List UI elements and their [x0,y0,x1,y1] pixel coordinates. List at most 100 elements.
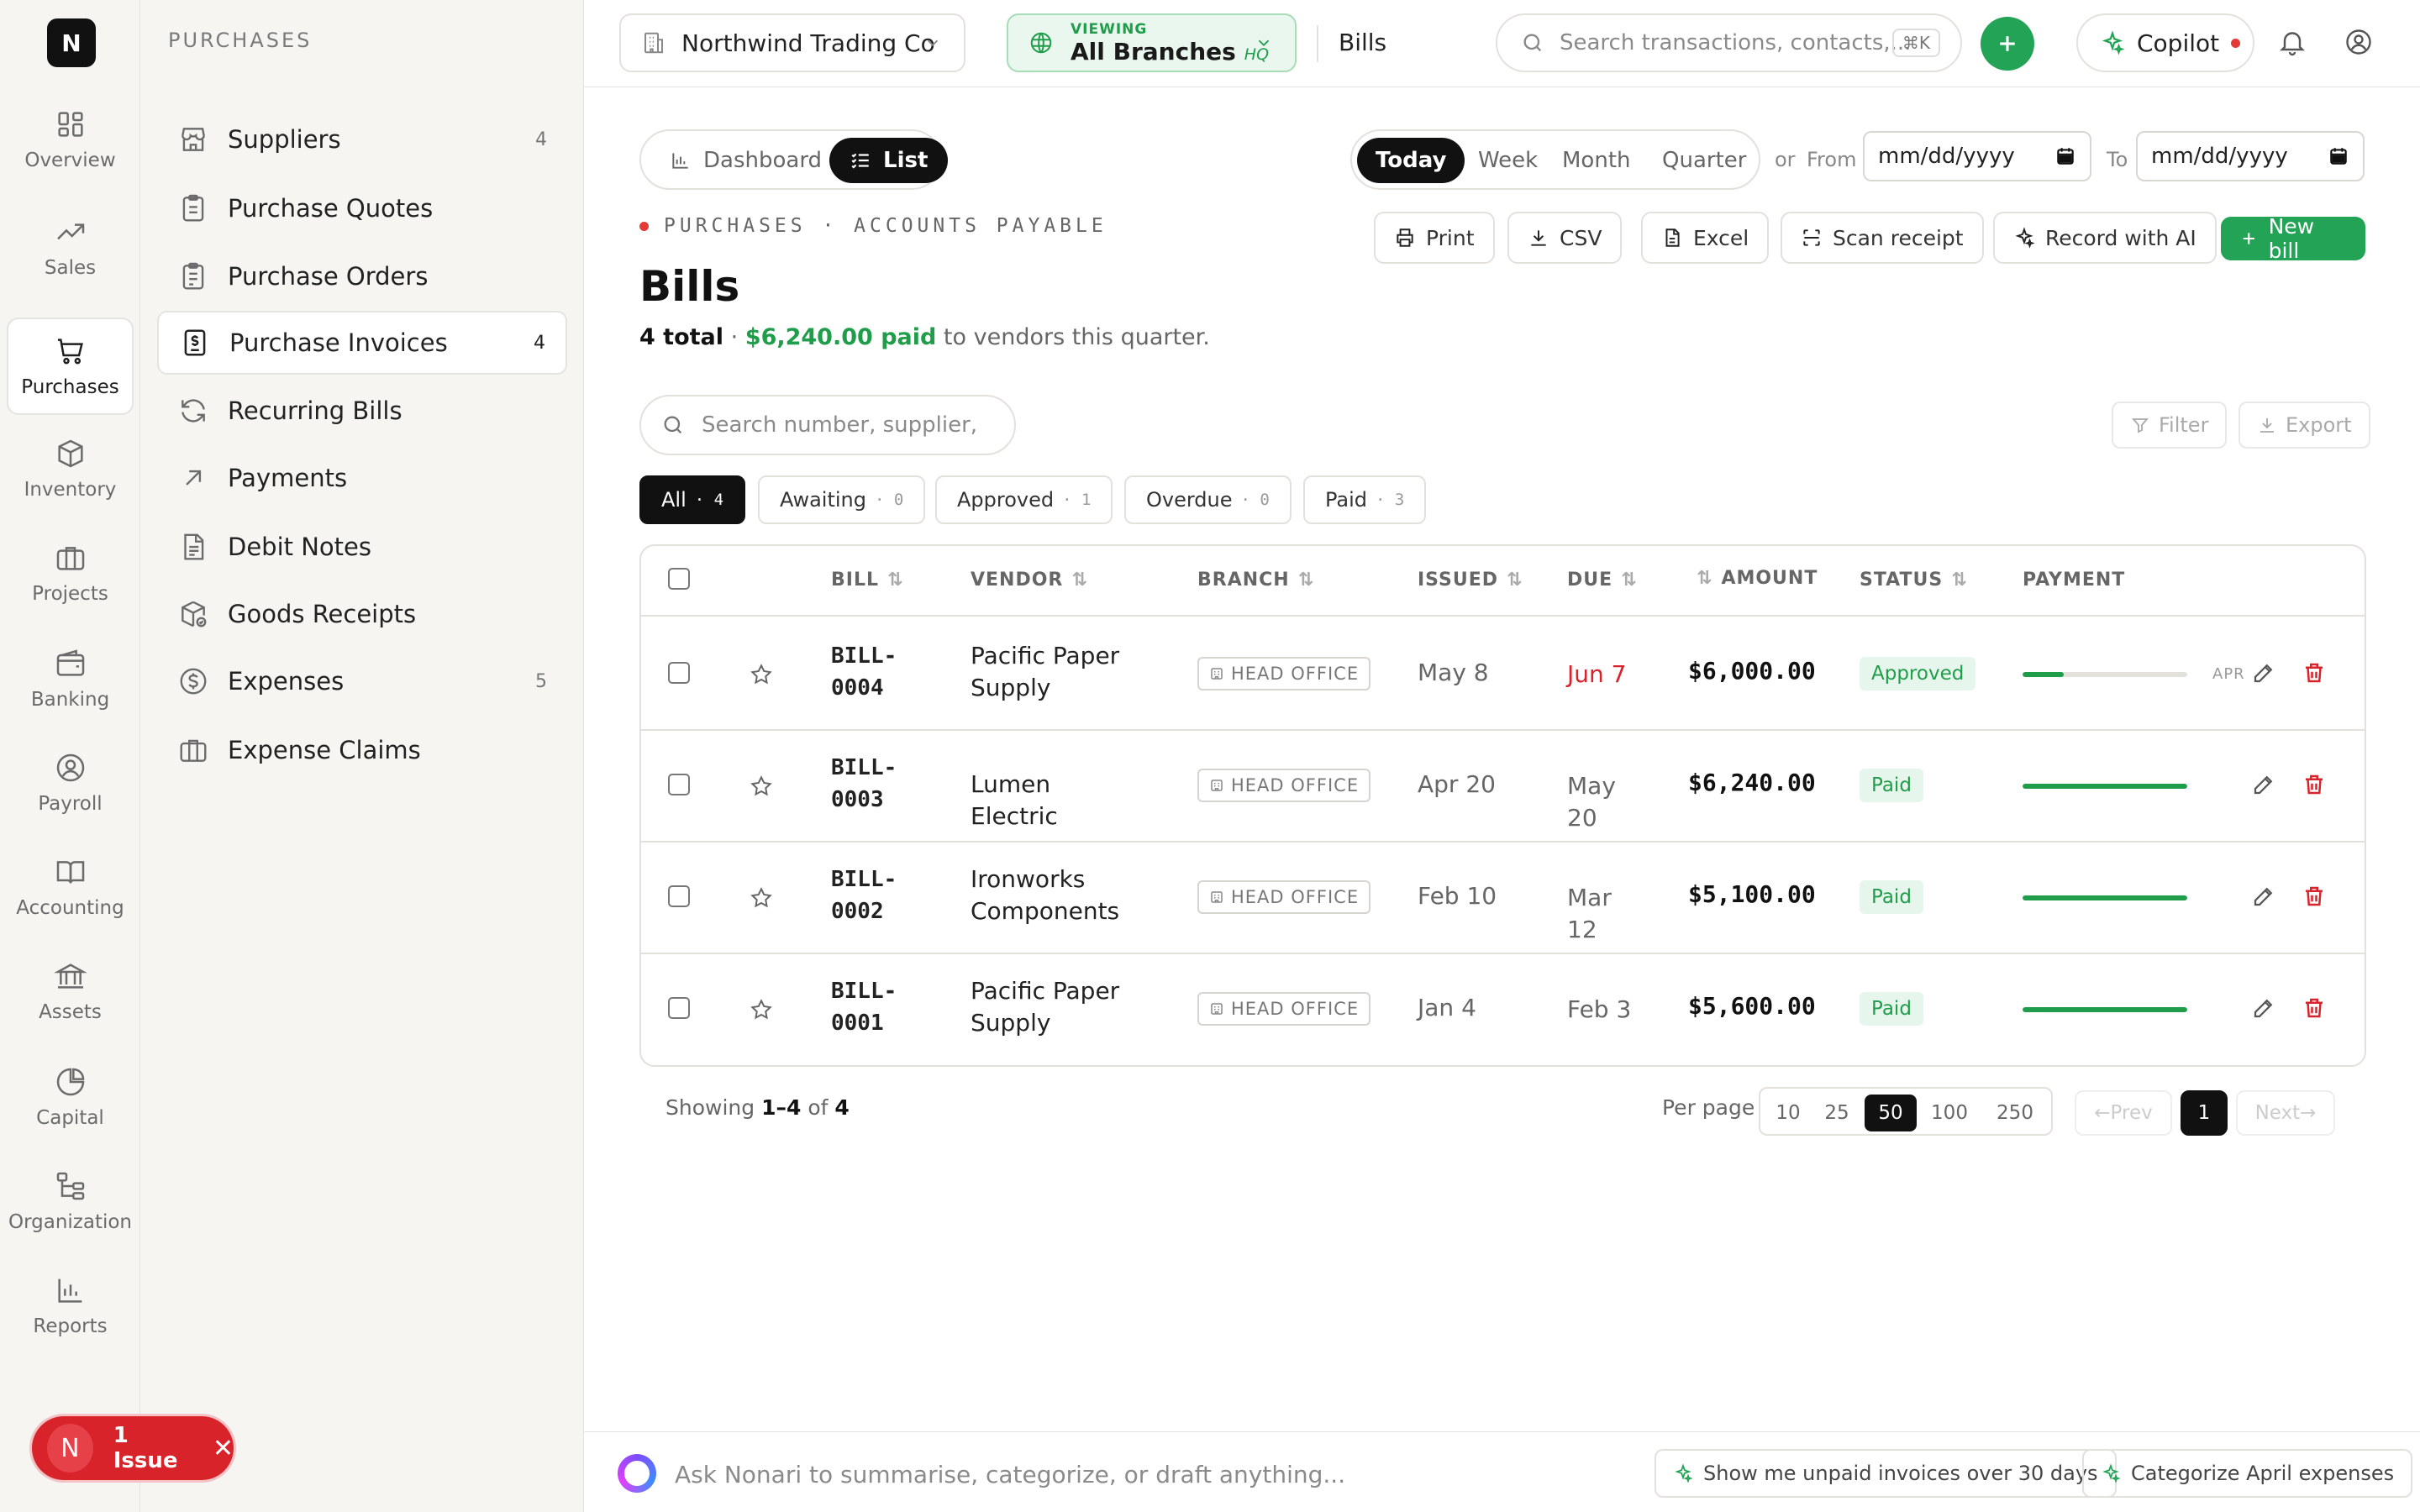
bill-number[interactable]: BILL- 0001 [831,975,897,1039]
star-icon[interactable] [749,885,774,911]
star-icon[interactable] [749,662,774,687]
row-checkbox[interactable] [668,997,690,1019]
table-row[interactable]: BILL- 0002 Ironworks Components HEAD OFFI… [641,842,2365,954]
sort-icon[interactable]: ⇅ [1951,570,1967,591]
print-button[interactable]: Print [1374,212,1495,264]
row-checkbox[interactable] [668,662,690,684]
filter-chip-paid[interactable]: Paid · 3 [1303,475,1427,524]
period-week[interactable]: Week [1460,138,1556,183]
subnav-item-payments[interactable]: Payments [157,446,567,510]
sort-icon[interactable]: ⇅ [887,570,903,591]
filter-chip-approved[interactable]: Approved · 1 [935,475,1113,524]
page-button[interactable]: 1 [2181,1090,2228,1136]
table-search-input[interactable]: Search number, supplier, [639,395,1016,455]
tab-dashboard[interactable]: Dashboard [646,138,845,183]
delete-icon[interactable] [2302,884,2327,909]
issues-pill[interactable]: N 1 Issue ✕ [32,1416,234,1480]
sort-icon[interactable]: ⇅ [1697,568,1712,589]
select-all-checkbox[interactable] [668,568,690,590]
table-row[interactable]: BILL- 0003 Lumen Electric HEAD OFFICE Apr… [641,730,2365,843]
per-page-option[interactable]: 250 [1984,1095,2046,1131]
rail-item-overview[interactable]: Overview [7,91,134,188]
subnav-item-debit-notes[interactable]: Debit Notes [157,515,567,579]
period-today[interactable]: Today [1357,138,1465,183]
rail-item-sales[interactable]: Sales [7,205,134,289]
subnav-item-suppliers[interactable]: Suppliers 4 [157,108,567,171]
copilot-button[interactable]: Copilot [2076,13,2254,72]
bill-number[interactable]: BILL- 0002 [831,864,897,927]
edit-icon[interactable] [2251,884,2276,909]
bill-number[interactable]: BILL- 0003 [831,752,897,816]
filter-chip-overdue[interactable]: Overdue · 0 [1124,475,1292,524]
delete-icon[interactable] [2302,660,2327,685]
column-header-vendor[interactable]: VENDOR ⇅ [971,570,1088,591]
user-icon[interactable] [2344,27,2374,57]
suggestion-chip[interactable]: Categorize April expenses [2082,1449,2413,1498]
edit-icon[interactable] [2251,660,2276,685]
rail-item-capital[interactable]: Capital [7,1048,134,1146]
record-with-ai-button[interactable]: Record with AI [1993,212,2217,264]
edit-icon[interactable] [2251,772,2276,797]
table-row[interactable]: BILL- 0001 Pacific Paper Supply HEAD OFFI… [641,953,2365,1065]
subnav-item-recurring-bills[interactable]: Recurring Bills [157,379,567,443]
sort-icon[interactable]: ⇅ [1507,570,1523,591]
from-date-input[interactable]: mm/dd/yyyy [1863,131,2091,181]
per-page-option[interactable]: 100 [1922,1095,1977,1131]
subnav-item-purchase-quotes[interactable]: Purchase Quotes [157,176,567,240]
per-page-option[interactable]: 25 [1816,1095,1858,1131]
subnav-item-purchase-orders[interactable]: Purchase Orders [157,244,567,308]
subnav-item-purchase-invoices[interactable]: Purchase Invoices 4 [157,311,567,375]
row-checkbox[interactable] [668,774,690,795]
rail-item-purchases[interactable]: Purchases [7,318,134,415]
sort-icon[interactable]: ⇅ [1071,570,1087,591]
sort-icon[interactable]: ⇅ [1621,570,1637,591]
table-row[interactable]: BILL- 0004 Pacific Paper Supply HEAD OFFI… [641,618,2365,731]
rail-item-payroll[interactable]: Payroll [7,734,134,832]
close-icon[interactable]: ✕ [213,1434,234,1463]
sort-icon[interactable]: ⇅ [1298,570,1314,591]
column-header-branch[interactable]: BRANCH ⇅ [1197,570,1314,591]
subnav-item-expense-claims[interactable]: Expense Claims [157,718,567,782]
bell-icon[interactable] [2277,27,2307,57]
csv-button[interactable]: CSV [1507,212,1623,264]
ai-prompt-input[interactable]: Ask Nonari to summarise, categorize, or … [675,1461,1345,1488]
filter-button[interactable]: Filter [2112,402,2228,449]
rail-item-accounting[interactable]: Accounting [7,838,134,936]
quick-add-button[interactable] [1981,17,2034,71]
period-quarter[interactable]: Quarter [1644,138,1765,183]
column-header-issued[interactable]: ISSUED ⇅ [1418,570,1523,591]
column-header-bill[interactable]: BILL ⇅ [831,570,903,591]
subnav-item-expenses[interactable]: Expenses 5 [157,649,567,713]
next-page-button[interactable]: Next→ [2236,1090,2335,1136]
branch-switcher[interactable]: VIEWING All Branches HQ [1007,13,1297,72]
period-month[interactable]: Month [1544,138,1649,183]
column-header-amount[interactable]: ⇅ AMOUNT [1697,568,1818,589]
delete-icon[interactable] [2302,995,2327,1021]
calendar-icon[interactable] [2328,145,2349,167]
new-bill-button[interactable]: New bill [2221,214,2365,263]
edit-icon[interactable] [2251,995,2276,1021]
global-search-input[interactable]: Search transactions, contacts,... ⌘K [1496,13,1962,72]
calendar-icon[interactable] [2054,145,2076,167]
delete-icon[interactable] [2302,772,2327,797]
column-header-status[interactable]: STATUS ⇅ [1860,570,1968,591]
rail-item-reports[interactable]: Reports [7,1257,134,1354]
suggestion-chip[interactable]: Show me unpaid invoices over 30 days [1655,1449,2117,1498]
rail-item-projects[interactable]: Projects [7,524,134,622]
prev-page-button[interactable]: ←Prev [2075,1090,2172,1136]
rail-item-inventory[interactable]: Inventory [7,420,134,517]
rail-item-assets[interactable]: Assets [7,942,134,1040]
app-logo[interactable]: N [47,18,96,67]
rail-item-organization[interactable]: Organization [7,1152,134,1250]
filter-chip-awaiting[interactable]: Awaiting · 0 [758,475,926,524]
star-icon[interactable] [749,997,774,1022]
excel-button[interactable]: Excel [1641,212,1770,264]
per-page-option[interactable]: 50 [1865,1095,1917,1131]
row-checkbox[interactable] [668,885,690,907]
star-icon[interactable] [749,774,774,799]
bill-number[interactable]: BILL- 0004 [831,640,897,704]
org-switcher[interactable]: Northwind Trading Co [619,13,965,72]
per-page-option[interactable]: 10 [1767,1095,1809,1131]
subnav-item-goods-receipts[interactable]: Goods Receipts [157,582,567,646]
export-button[interactable]: Export [2238,402,2370,449]
